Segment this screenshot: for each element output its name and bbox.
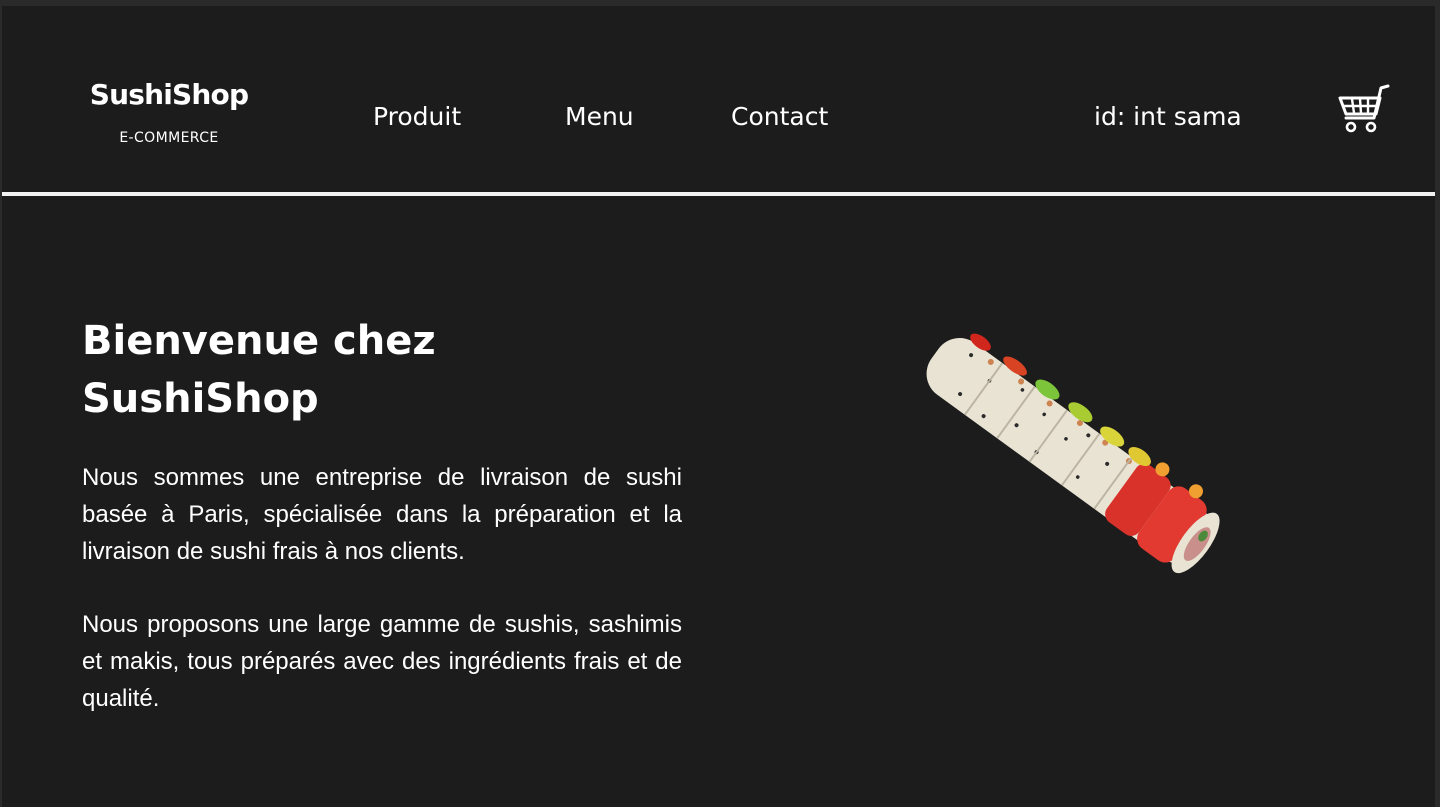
cart-button[interactable] <box>1338 84 1390 134</box>
brand-logo[interactable]: SushiShop E-COMMERCE <box>85 76 253 146</box>
hero-title-line2: SushiShop <box>82 376 319 422</box>
brand-name: SushiShop <box>89 78 249 111</box>
hero-paragraph-1: Nous sommes une entreprise de livraison … <box>82 464 682 565</box>
brand-tagline: E-COMMERCE <box>119 130 219 146</box>
sushi-roll-image <box>926 333 1220 574</box>
nav-link-menu[interactable]: Menu <box>565 100 634 134</box>
header-divider <box>2 192 1435 196</box>
hero-paragraph-2: Nous proposons une large gamme de sushis… <box>82 611 682 712</box>
hero-title: Bienvenue chez SushiShop <box>82 312 502 428</box>
user-id-label: id: int sama <box>1094 102 1242 131</box>
hero-title-line1: Bienvenue chez <box>82 318 436 364</box>
site-header: SushiShop E-COMMERCE Produit Menu Contac… <box>2 6 1435 192</box>
page: SushiShop E-COMMERCE Produit Menu Contac… <box>2 6 1435 807</box>
nav-link-produit[interactable]: Produit <box>373 100 461 134</box>
shopping-cart-icon <box>1338 84 1390 133</box>
nav-link-contact[interactable]: Contact <box>731 100 828 134</box>
